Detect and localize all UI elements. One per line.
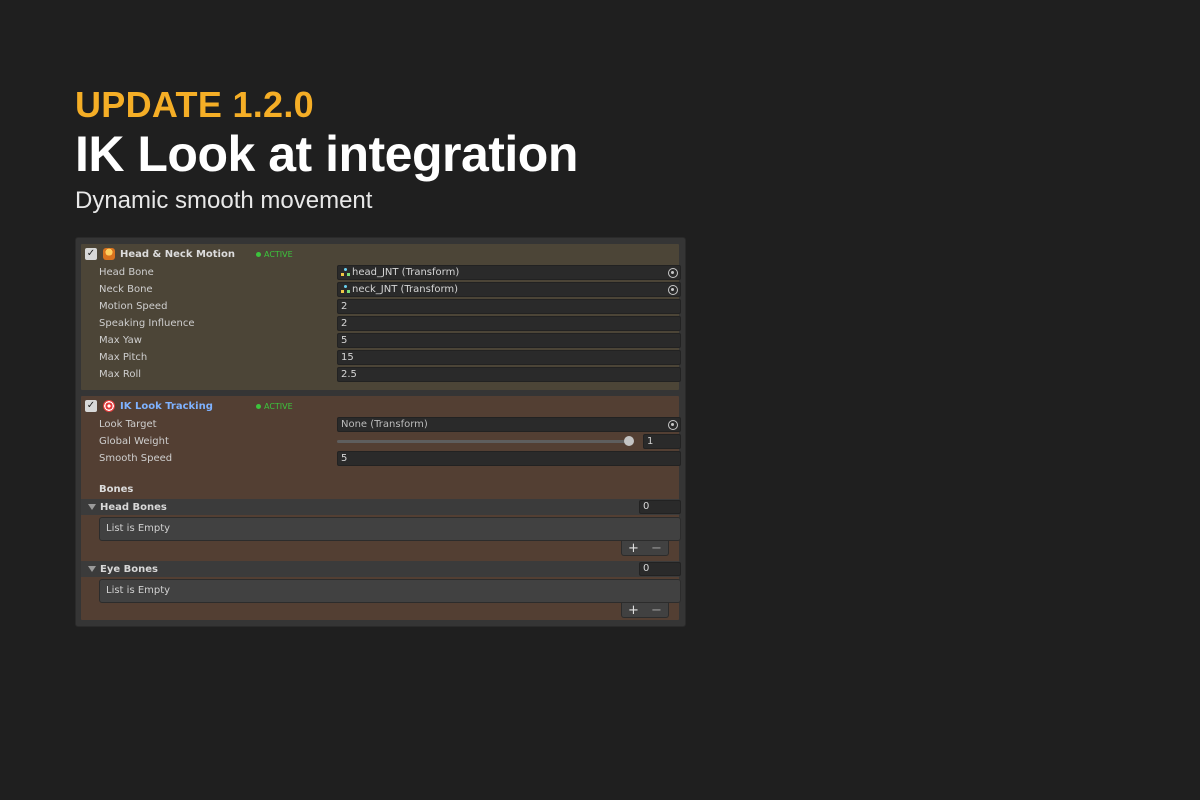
page-title: IK Look at integration — [75, 126, 578, 182]
motion-speed-field[interactable]: 2 — [337, 299, 681, 314]
head-neck-header[interactable]: ✓ Head & Neck Motion ACTIVE — [81, 244, 679, 264]
speaking-influence-label: Speaking Influence — [99, 318, 195, 329]
look-target-field[interactable]: None (Transform) — [337, 417, 681, 432]
transform-icon — [341, 268, 350, 277]
speaking-influence-field[interactable]: 2 — [337, 316, 681, 331]
head-bones-label: Head Bones — [100, 501, 167, 513]
object-picker-icon[interactable] — [668, 420, 678, 430]
head-bones-list-controls: + − — [621, 541, 669, 556]
global-weight-label: Global Weight — [99, 436, 169, 447]
head-neck-status-label: ACTIVE — [264, 249, 293, 259]
eye-bones-footer: + − — [81, 603, 679, 619]
ik-look-header[interactable]: ✓ IK Look Tracking ACTIVE — [81, 396, 679, 416]
look-target-label: Look Target — [99, 419, 157, 430]
head-neck-title: Head & Neck Motion — [120, 248, 235, 260]
head-bones-footer: + − — [81, 541, 679, 557]
ik-look-title: IK Look Tracking — [120, 400, 213, 412]
head-bone-field[interactable]: head_JNT (Transform) — [337, 265, 681, 280]
eye-bones-list: List is Empty — [99, 579, 681, 603]
eye-bones-label: Eye Bones — [100, 563, 158, 575]
head-neck-status: ACTIVE — [256, 250, 293, 259]
max-pitch-row: Max Pitch 15 — [81, 349, 681, 366]
foldout-arrow-icon[interactable] — [88, 504, 96, 510]
neck-bone-value: neck_JNT (Transform) — [352, 284, 459, 295]
ik-look-status: ACTIVE — [256, 402, 293, 411]
global-weight-row: Global Weight 1 — [81, 433, 681, 450]
neck-bone-label: Neck Bone — [99, 284, 153, 295]
global-weight-field[interactable]: 1 — [643, 434, 681, 449]
head-neck-section: ✓ Head & Neck Motion ACTIVE Head Bone he… — [81, 244, 681, 390]
max-yaw-row: Max Yaw 5 — [81, 332, 681, 349]
foldout-arrow-icon[interactable] — [88, 566, 96, 572]
object-picker-icon[interactable] — [668, 285, 678, 295]
bones-heading: Bones — [99, 484, 134, 495]
object-picker-icon[interactable] — [668, 268, 678, 278]
smooth-speed-label: Smooth Speed — [99, 453, 173, 464]
head-bones-list: List is Empty — [99, 517, 681, 541]
max-roll-field[interactable]: 2.5 — [337, 367, 681, 382]
look-target-value: None (Transform) — [341, 419, 428, 430]
eye-bones-list-controls: + − — [621, 603, 669, 618]
head-bone-label: Head Bone — [99, 267, 154, 278]
look-target-row: Look Target None (Transform) — [81, 416, 681, 433]
status-dot-icon — [256, 403, 261, 409]
neck-bone-row: Neck Bone neck_JNT (Transform) — [81, 281, 681, 298]
head-bones-foldout[interactable]: Head Bones 0 — [81, 499, 681, 515]
page-subtitle: Dynamic smooth movement — [75, 187, 373, 214]
global-weight-slider-track[interactable] — [337, 440, 629, 443]
ik-look-section: ✓ IK Look Tracking ACTIVE Look Target No… — [81, 396, 681, 620]
hero: UPDATE 1.2.0 IK Look at integration Dyna… — [75, 86, 578, 216]
head-bone-row: Head Bone head_JNT (Transform) — [81, 264, 681, 281]
head-neck-enable-checkbox[interactable]: ✓ — [85, 248, 97, 260]
target-icon — [103, 400, 115, 412]
transform-icon — [341, 285, 350, 294]
max-pitch-label: Max Pitch — [99, 352, 148, 363]
inspector-panel: ✓ Head & Neck Motion ACTIVE Head Bone he… — [75, 237, 686, 627]
remove-eye-bone-button[interactable]: − — [648, 604, 666, 617]
motion-speed-label: Motion Speed — [99, 301, 168, 312]
version-heading: UPDATE 1.2.0 — [75, 84, 315, 125]
head-bone-value: head_JNT (Transform) — [352, 267, 460, 278]
max-pitch-field[interactable]: 15 — [337, 350, 681, 365]
status-dot-icon — [256, 251, 261, 257]
global-weight-slider-handle[interactable] — [624, 436, 634, 446]
remove-head-bone-button[interactable]: − — [648, 542, 666, 555]
eye-bones-count-field[interactable]: 0 — [639, 562, 681, 576]
add-head-bone-button[interactable]: + — [625, 542, 643, 555]
smooth-speed-row: Smooth Speed 5 — [81, 450, 681, 467]
max-yaw-field[interactable]: 5 — [337, 333, 681, 348]
motion-speed-row: Motion Speed 2 — [81, 298, 681, 315]
ik-look-status-label: ACTIVE — [264, 401, 293, 411]
max-roll-label: Max Roll — [99, 369, 142, 380]
neck-icon — [103, 248, 115, 260]
ik-look-enable-checkbox[interactable]: ✓ — [85, 400, 97, 412]
smooth-speed-field[interactable]: 5 — [337, 451, 681, 466]
head-bones-count-field[interactable]: 0 — [639, 500, 681, 514]
max-roll-row: Max Roll 2.5 — [81, 366, 681, 383]
neck-bone-field[interactable]: neck_JNT (Transform) — [337, 282, 681, 297]
speaking-influence-row: Speaking Influence 2 — [81, 315, 681, 332]
eye-bones-foldout[interactable]: Eye Bones 0 — [81, 561, 681, 577]
add-eye-bone-button[interactable]: + — [625, 604, 643, 617]
max-yaw-label: Max Yaw — [99, 335, 142, 346]
